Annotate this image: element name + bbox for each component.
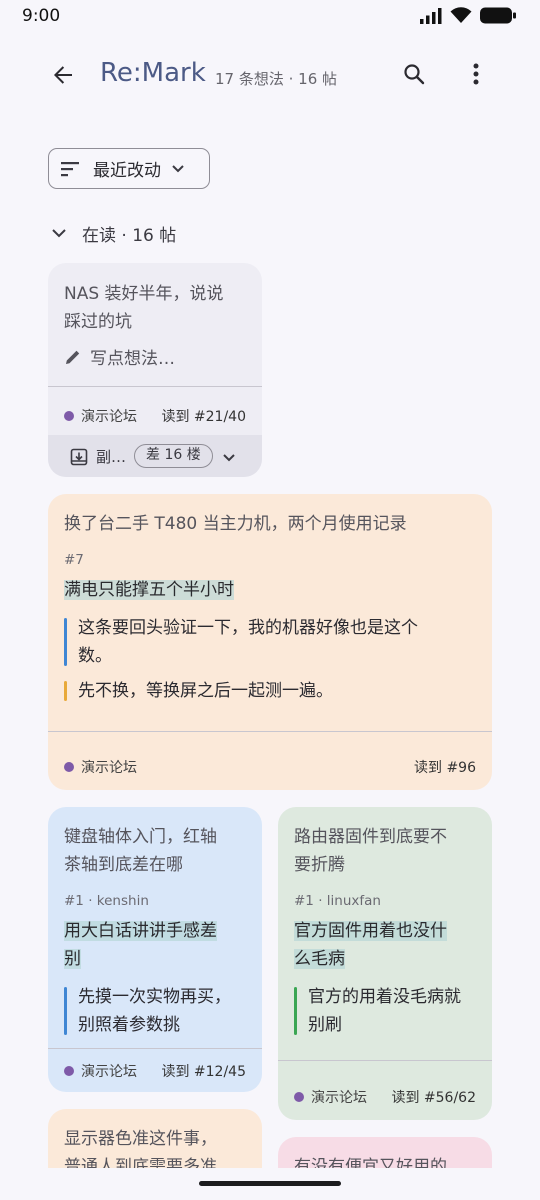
chevron-down-icon <box>52 229 66 238</box>
forum-dot <box>64 411 74 421</box>
sort-icon <box>61 159 81 179</box>
post-number: #1 · kenshin <box>64 893 149 909</box>
more-options-button[interactable] <box>462 58 490 90</box>
thread-card[interactable]: 显示器色准这件事， 普通人到底需要多准 <box>48 1109 262 1168</box>
sort-label: 最近改动 <box>93 161 161 181</box>
divider <box>48 731 492 732</box>
status-bar: 9:00 <box>0 0 540 34</box>
thread-card[interactable]: 有没有便宜又好用的 <box>278 1137 492 1168</box>
card-title: NAS 装好半年，说说 踩过的坑 <box>64 284 224 332</box>
copy-button[interactable]: 副… <box>70 446 126 467</box>
search-button[interactable] <box>398 58 430 90</box>
battery-icon <box>480 7 516 24</box>
forum-tag: 演示论坛 <box>64 406 137 426</box>
add-note-placeholder: 写点想法… <box>90 349 175 369</box>
app-title: Re:Mark <box>100 58 206 88</box>
read-progress: 读到 #12/45 <box>161 1064 246 1080</box>
sort-dropdown[interactable]: 最近改动 <box>48 148 210 189</box>
note-quote[interactable]: 先摸一次实物再买， 别照着参数挑 <box>64 983 254 1039</box>
search-icon <box>404 64 425 85</box>
card-title: 键盘轴体入门，红轴 茶轴到底差在哪 <box>64 827 217 875</box>
thread-card[interactable]: 键盘轴体入门，红轴 茶轴到底差在哪 #1 · kenshin 用大白话讲讲手感差… <box>48 807 262 1092</box>
post-number: #7 <box>64 552 84 568</box>
more-vert-icon <box>473 63 479 85</box>
archive-icon <box>70 448 88 465</box>
forum-dot <box>64 762 74 772</box>
back-button[interactable] <box>46 58 80 92</box>
expand-button[interactable] <box>222 448 236 467</box>
thread-card[interactable]: NAS 装好半年，说说 踩过的坑 写点想法… 演示论坛 读到 #21/40 副…… <box>48 263 262 477</box>
divider <box>48 386 262 387</box>
post-number: #1 · linuxfan <box>294 893 381 909</box>
divider <box>278 1060 492 1061</box>
forum-tag: 演示论坛 <box>294 1087 367 1107</box>
gesture-nav-handle[interactable] <box>199 1181 341 1186</box>
section-header-reading[interactable]: 在读 · 16 帖 <box>50 219 176 247</box>
unread-gap-chip: 差 16 楼 <box>134 444 213 468</box>
forum-dot <box>294 1092 304 1102</box>
card-action-bar: 副… 差 16 楼 <box>48 435 262 477</box>
status-time: 9:00 <box>22 6 61 26</box>
chevron-down-icon <box>223 454 235 462</box>
section-label: 在读 · 16 帖 <box>82 225 177 246</box>
note-quote[interactable]: 官方的用着没毛病就 别刷 <box>294 983 484 1039</box>
arrow-back-icon <box>54 66 72 84</box>
card-title: 有没有便宜又好用的 <box>294 1157 447 1168</box>
read-progress: 读到 #56/62 <box>391 1090 476 1106</box>
forum-tag: 演示论坛 <box>64 1061 137 1081</box>
signal-icon <box>420 7 442 24</box>
card-title: 换了台二手 T480 当主力机，两个月使用记录 <box>64 514 407 534</box>
card-title: 路由器固件到底要不 要折腾 <box>294 827 447 875</box>
highlight-text: 用大白话讲讲手感差 别 <box>64 921 217 969</box>
card-title: 显示器色准这件事， 普通人到底需要多准 <box>64 1129 217 1168</box>
note-quote[interactable]: 这条要回头验证一下，我的机器好像也是这个 数。 <box>64 614 474 670</box>
highlight-text: 官方固件用着也没什 么毛病 <box>294 921 447 969</box>
thread-card[interactable]: 路由器固件到底要不 要折腾 #1 · linuxfan 官方固件用着也没什 么毛… <box>278 807 492 1120</box>
divider <box>48 1048 262 1049</box>
forum-tag: 演示论坛 <box>64 757 137 777</box>
chevron-down-icon <box>171 161 187 177</box>
forum-dot <box>64 1066 74 1076</box>
highlight-text: 满电只能撑五个半小时 <box>64 580 234 600</box>
read-progress: 读到 #96 <box>414 760 476 776</box>
note-quote[interactable]: 先不换，等换屏之后一起测一遍。 <box>64 677 474 705</box>
app-bar: Re:Mark 17 条想法 · 16 帖 <box>0 44 540 104</box>
thread-card[interactable]: 换了台二手 T480 当主力机，两个月使用记录 #7 满电只能撑五个半小时 这条… <box>48 494 492 790</box>
read-progress: 读到 #21/40 <box>161 409 246 425</box>
wifi-icon <box>450 7 472 23</box>
add-note-button[interactable]: 写点想法… <box>64 344 175 369</box>
app-subtitle: 17 条想法 · 16 帖 <box>215 70 338 88</box>
pencil-icon <box>66 350 80 364</box>
